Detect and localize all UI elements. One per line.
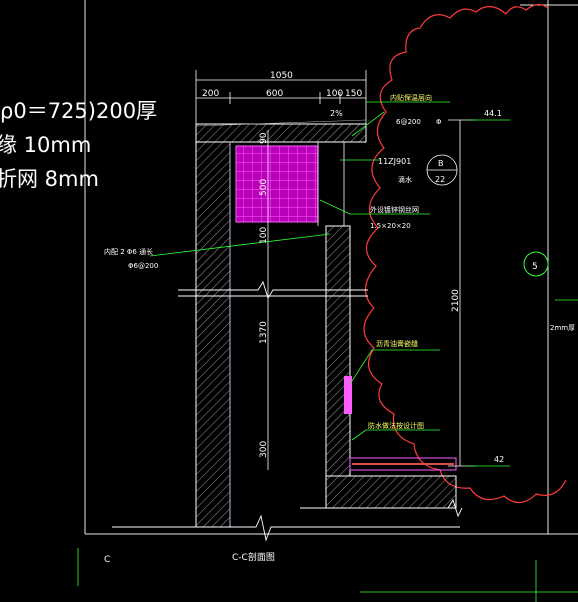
dim-2100: 2100 bbox=[451, 289, 461, 312]
note-density: ρ0＝725)200厚 bbox=[0, 99, 157, 123]
note-drip: 滴水 bbox=[398, 175, 412, 184]
note-rebar-sym: Φ bbox=[436, 118, 442, 126]
elev-top: 44.1 bbox=[484, 109, 502, 118]
note-rebar-top: 6@200 bbox=[396, 118, 421, 126]
axis-label: 5 bbox=[532, 262, 538, 272]
dim-200: 200 bbox=[202, 89, 219, 99]
dim-150: 150 bbox=[345, 89, 362, 99]
note-left-rebar: 内配 2 Φ6 通长 bbox=[104, 247, 153, 256]
dim-1370: 1370 bbox=[259, 321, 269, 344]
dim-90: 90 bbox=[259, 132, 269, 144]
dim-100-v: 100 bbox=[259, 227, 269, 244]
section-title: C-C剖面图 bbox=[232, 551, 275, 563]
steel-mesh-panel bbox=[235, 145, 319, 223]
section-mark: C bbox=[104, 555, 110, 565]
note-mesh: 折网 8mm bbox=[0, 167, 99, 191]
inner-parapet bbox=[325, 225, 351, 477]
note-std-ref: 11ZJ901 bbox=[378, 157, 411, 166]
left-wall bbox=[195, 141, 231, 528]
dim-100: 100 bbox=[326, 89, 343, 99]
dim-600: 600 bbox=[266, 89, 283, 99]
dim-300: 300 bbox=[259, 441, 269, 458]
dim-total-1050: 1050 bbox=[270, 71, 293, 81]
elev-bottom: 42 bbox=[494, 455, 504, 464]
index-top: B bbox=[438, 159, 444, 168]
note-mesh-label: 外设镀锌钢丝网 bbox=[370, 205, 419, 214]
note-left-rebar2: Φ6@200 bbox=[128, 262, 158, 270]
note-right: 2mm厚 bbox=[550, 324, 575, 332]
section-drawing: ρ0＝725)200厚 缘 10mm 折网 8mm 1050 200 600 1… bbox=[0, 0, 578, 602]
note-insulation: 内贴保温层向 bbox=[390, 93, 432, 102]
dim-500: 500 bbox=[259, 179, 269, 196]
index-bottom: 22 bbox=[435, 175, 445, 184]
cad-drawing-canvas: ρ0＝725)200厚 缘 10mm 折网 8mm 1050 200 600 1… bbox=[0, 0, 578, 602]
note-waterproof: 防水做法按设计图 bbox=[368, 421, 424, 430]
asphalt-seal bbox=[344, 376, 352, 414]
floor-slab bbox=[325, 475, 457, 509]
coping-slab bbox=[195, 123, 367, 143]
note-mesh-spec: 1.5×20×20 bbox=[370, 222, 411, 230]
slope-label: 2% bbox=[330, 109, 343, 118]
note-thickness: 缘 10mm bbox=[0, 133, 91, 157]
note-asphalt: 沥青油膏嵌缝 bbox=[376, 339, 418, 348]
